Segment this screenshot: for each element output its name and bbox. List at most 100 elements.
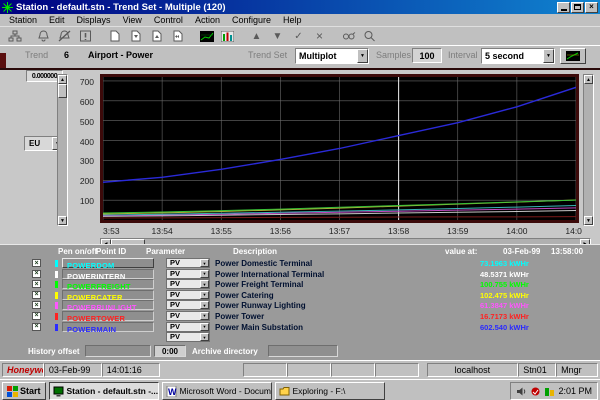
task-station[interactable]: Station - default.stn -...: [49, 382, 159, 400]
point-id-field[interactable]: POWERCATER: [62, 290, 154, 300]
status-time: 14:01:16: [102, 363, 160, 377]
group-display-icon[interactable]: [217, 28, 238, 45]
archive-directory-field[interactable]: [268, 345, 338, 357]
interval-dropdown[interactable]: 5 second ▼: [481, 48, 555, 64]
menu-control[interactable]: Control: [148, 14, 189, 27]
chevron-down-icon[interactable]: ▼: [200, 291, 209, 299]
panel-edge-decoration: [0, 53, 6, 68]
point-id-field[interactable]: POWERMAIN: [62, 322, 154, 332]
page-repeat-icon[interactable]: [167, 28, 188, 45]
pen-checkbox[interactable]: ×: [32, 291, 41, 299]
trend-popup-button[interactable]: [560, 48, 586, 64]
scroll-up-icon[interactable]: ▲: [584, 75, 593, 84]
trend-set-dropdown[interactable]: Multiplot ▼: [295, 48, 369, 64]
parameter-dropdown[interactable]: PV▼: [166, 258, 210, 268]
tray-status-icon[interactable]: [530, 386, 541, 397]
chevron-down-icon[interactable]: ▼: [200, 259, 209, 267]
zoom-icon[interactable]: [359, 28, 380, 45]
start-button[interactable]: Start: [2, 382, 46, 400]
check-mark: ×: [34, 302, 38, 309]
raise-icon[interactable]: ▲: [246, 28, 267, 45]
trend-number[interactable]: 6: [64, 50, 69, 60]
accept-icon[interactable]: ✓: [288, 28, 309, 45]
associated-display-icon[interactable]: [338, 28, 359, 45]
chevron-down-icon[interactable]: ▼: [200, 280, 209, 288]
parameter-dropdown[interactable]: PV▼: [166, 300, 210, 310]
parameter-dropdown[interactable]: PV▼: [166, 279, 210, 289]
parameter-dropdown[interactable]: PV▼: [166, 322, 210, 332]
plot-vertical-scrollbar[interactable]: ▲ ▼: [583, 74, 594, 226]
restore-button[interactable]: [571, 2, 584, 13]
toolbar: ▲ ▼ ✓ ×: [0, 27, 600, 46]
point-id-field[interactable]: POWERTOWER: [62, 311, 154, 321]
close-button[interactable]: ×: [585, 2, 598, 13]
parameter-dropdown[interactable]: PV▼: [166, 269, 210, 279]
menu-station[interactable]: Station: [3, 14, 43, 27]
task-exploring[interactable]: Exploring - F:\: [275, 382, 385, 400]
pen-checkbox[interactable]: ×: [32, 301, 41, 309]
taskbar: Start Station - default.stn -... W Micro…: [0, 379, 600, 400]
alarm-silence-icon[interactable]: [54, 28, 75, 45]
point-description: Power Main Substation: [215, 323, 303, 332]
status-cell-empty: [375, 363, 419, 377]
table-row: × POWERINTERN PV▼ Power International Te…: [0, 269, 600, 280]
chevron-down-icon[interactable]: ▼: [200, 323, 209, 331]
chevron-down-icon[interactable]: ▼: [200, 333, 209, 341]
menu-action[interactable]: Action: [189, 14, 226, 27]
scroll-down-icon[interactable]: ▼: [584, 216, 593, 225]
menu-configure[interactable]: Configure: [226, 14, 277, 27]
volume-icon[interactable]: [516, 386, 527, 397]
scrollbar-thumb[interactable]: [58, 84, 67, 98]
lower-icon[interactable]: ▼: [267, 28, 288, 45]
table-row: × POWERTOWER PV▼ Power Tower 16.7173 kWH…: [0, 311, 600, 322]
menu-edit[interactable]: Edit: [43, 14, 71, 27]
samples-field[interactable]: 100: [412, 48, 442, 63]
menu-help[interactable]: Help: [277, 14, 308, 27]
minimize-button[interactable]: [557, 2, 570, 13]
y-scale-scrollbar[interactable]: ▲ ▼: [57, 74, 68, 226]
word-icon: W: [166, 386, 177, 397]
pen-checkbox[interactable]: ×: [32, 270, 41, 278]
chevron-down-icon[interactable]: ▼: [200, 301, 209, 309]
chevron-down-icon[interactable]: ▼: [543, 49, 554, 63]
scroll-down-icon[interactable]: ▼: [58, 216, 67, 225]
alarm-bell-icon[interactable]: [33, 28, 54, 45]
parameter-value: PV: [167, 280, 200, 288]
table-footer: History offset 0:00 Archive directory: [0, 344, 600, 360]
check-mark: ×: [34, 291, 38, 298]
pen-checkbox[interactable]: ×: [32, 280, 41, 288]
point-id-field[interactable]: POWERDOM: [62, 258, 154, 268]
page-up-icon[interactable]: [146, 28, 167, 45]
trend-plot[interactable]: [100, 74, 579, 223]
parameter-value: PV: [167, 323, 200, 331]
point-id-field[interactable]: POWERRUNLIGHT: [62, 300, 154, 310]
parameter-dropdown[interactable]: PV▼: [166, 311, 210, 321]
chevron-down-icon[interactable]: ▼: [357, 49, 368, 63]
task-word[interactable]: W Microsoft Word - Document1: [162, 382, 272, 400]
cancel-icon[interactable]: ×: [309, 28, 330, 45]
parameter-dropdown[interactable]: PV▼: [166, 332, 210, 342]
chevron-down-icon[interactable]: ▼: [200, 312, 209, 320]
pen-checkbox[interactable]: ×: [32, 259, 41, 267]
offset-time-field[interactable]: 0:00: [154, 345, 186, 357]
menu-view[interactable]: View: [117, 14, 148, 27]
tray-app-icon[interactable]: [544, 386, 555, 397]
pen-checkbox[interactable]: ×: [32, 323, 41, 331]
history-offset-field[interactable]: [85, 345, 151, 357]
point-id-field[interactable]: POWERINTERN: [62, 269, 154, 279]
trend-display-icon[interactable]: [196, 28, 217, 45]
task-label: Microsoft Word - Document1: [180, 386, 272, 396]
title-bar: Station - default.stn - Trend Set - Mult…: [0, 0, 600, 14]
chevron-down-icon[interactable]: ▼: [200, 270, 209, 278]
alarm-annunciator-icon[interactable]: [75, 28, 96, 45]
point-id-field[interactable]: POWERFREIGHT: [62, 279, 154, 289]
table-row: PV▼: [0, 332, 600, 343]
app-icon: [2, 2, 13, 13]
network-icon[interactable]: [4, 28, 25, 45]
page-icon[interactable]: [104, 28, 125, 45]
pen-checkbox[interactable]: ×: [32, 312, 41, 320]
menu-displays[interactable]: Displays: [71, 14, 117, 27]
page-down-icon[interactable]: [125, 28, 146, 45]
parameter-dropdown[interactable]: PV▼: [166, 290, 210, 300]
scroll-up-icon[interactable]: ▲: [58, 75, 67, 84]
